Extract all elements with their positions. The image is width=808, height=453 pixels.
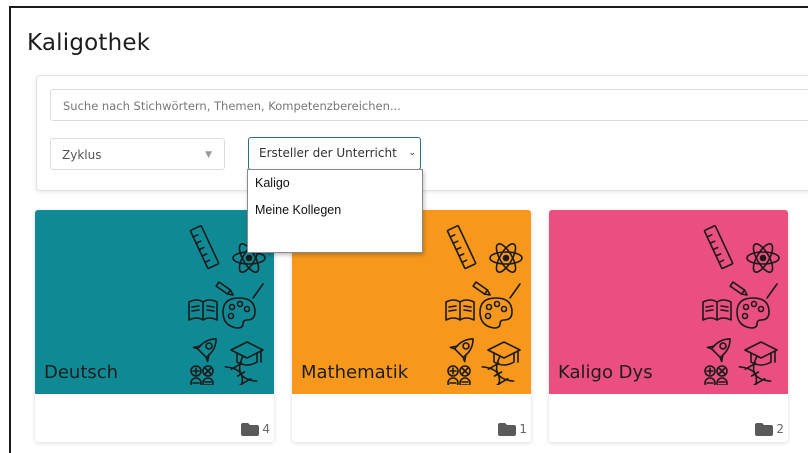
subject-card-kaligo-dys[interactable]: Kaligo Dys 2 <box>549 210 788 442</box>
book-icon <box>702 299 732 321</box>
dropdown-option-kaligo[interactable]: Kaligo <box>255 176 290 190</box>
chevron-down-icon: ▼ <box>205 150 212 160</box>
math-symbols-icon <box>447 365 471 385</box>
card-decoration-icons <box>445 225 523 385</box>
dna-icon <box>738 356 772 385</box>
resource-count-value: 4 <box>262 422 270 436</box>
zyklus-select-value: Zyklus <box>62 148 102 162</box>
resource-count: 4 <box>241 422 270 436</box>
app-frame: Kaligothek Suche nach Stichwörtern, Them… <box>9 6 808 453</box>
graduation-cap-icon <box>744 341 778 366</box>
dropdown-option-meine-kollegen[interactable]: Meine Kollegen <box>255 203 341 217</box>
rocket-icon <box>706 338 731 363</box>
resource-count-value: 1 <box>519 422 527 436</box>
resource-count-value: 2 <box>776 422 784 436</box>
card-decoration-icons <box>702 225 780 385</box>
ruler-icon <box>446 225 477 270</box>
math-symbols-icon <box>704 365 728 385</box>
search-input[interactable]: Suche nach Stichwörtern, Themen, Kompete… <box>50 89 808 121</box>
dna-icon <box>481 356 515 385</box>
palette-icon <box>479 283 521 329</box>
card-subject-title: Mathematik <box>301 362 409 383</box>
book-icon <box>445 299 475 321</box>
book-icon <box>188 299 218 321</box>
math-symbols-icon <box>190 365 214 385</box>
rocket-icon <box>449 338 474 363</box>
chevron-down-icon: ⌄ <box>406 138 416 169</box>
palette-icon <box>736 283 778 329</box>
page-title: Kaligothek <box>27 30 151 56</box>
ersteller-select-value: Ersteller der Unterricht <box>259 146 397 160</box>
folder-icon <box>755 422 774 436</box>
atom-icon <box>489 243 523 273</box>
resource-count: 1 <box>498 422 527 436</box>
ersteller-dropdown-menu: Kaligo Meine Kollegen <box>247 169 423 253</box>
graduation-cap-icon <box>487 341 521 366</box>
pencil-icon <box>215 281 234 296</box>
zyklus-select[interactable]: Zyklus ▼ <box>50 138 225 170</box>
dna-icon <box>224 356 258 385</box>
atom-icon <box>746 243 780 273</box>
ruler-icon <box>189 225 220 270</box>
folder-icon <box>498 422 517 436</box>
graduation-cap-icon <box>230 341 264 366</box>
ersteller-select[interactable]: Ersteller der Unterricht ⌄ <box>248 137 421 170</box>
pencil-icon <box>729 281 748 296</box>
card-subject-title: Kaligo Dys <box>558 362 653 383</box>
card-subject-title: Deutsch <box>44 362 119 383</box>
pencil-icon <box>472 281 491 296</box>
rocket-icon <box>192 338 217 363</box>
ruler-icon <box>703 225 734 270</box>
folder-icon <box>241 422 260 436</box>
resource-count: 2 <box>755 422 784 436</box>
subject-card-deutsch[interactable]: Deutsch 4 <box>35 210 274 442</box>
palette-icon <box>222 283 264 329</box>
